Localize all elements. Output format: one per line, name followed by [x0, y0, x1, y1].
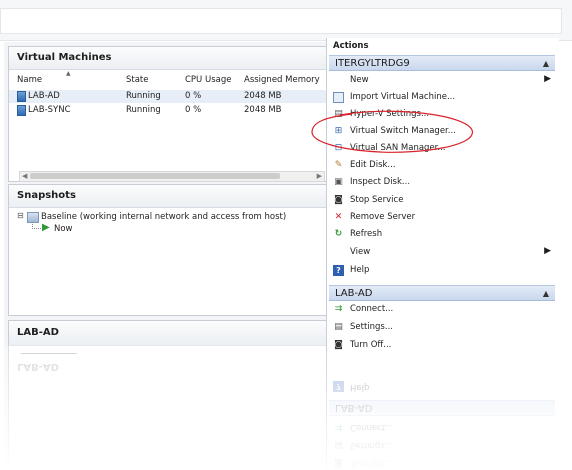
sort-arrow-icon: ▲: [66, 70, 71, 77]
settings-icon: ▤: [334, 322, 343, 332]
horizontal-scrollbar[interactable]: ◀ ▶: [19, 171, 325, 182]
vm-name: LAB-SYNC: [28, 105, 71, 115]
action-label: Connect...: [350, 304, 394, 314]
column-state[interactable]: State: [126, 75, 149, 85]
submenu-arrow-icon: ▶: [544, 246, 551, 256]
reflection-fade: [4, 345, 326, 470]
action-label: Turn Off...: [350, 340, 392, 350]
scroll-right-icon[interactable]: ▶: [317, 172, 322, 180]
collapse-caret-icon[interactable]: ▲: [543, 56, 549, 72]
action-label: Remove Server: [350, 212, 416, 222]
action-help[interactable]: ? Help: [331, 263, 555, 279]
action-edit-disk[interactable]: ✎ Edit Disk...: [331, 158, 555, 174]
inspect-disk-icon: ▣: [334, 177, 343, 187]
snapshot-baseline[interactable]: Baseline (working internal network and a…: [41, 212, 286, 222]
action-view[interactable]: View ▶: [331, 245, 555, 261]
action-connect[interactable]: ⇉ Connect...: [331, 302, 555, 318]
action-label: Inspect Disk...: [350, 177, 411, 187]
connect-icon: ⇉: [334, 304, 343, 314]
help-icon: ?: [333, 265, 344, 276]
action-refresh[interactable]: ↻ Refresh: [331, 227, 555, 243]
annotation-ellipse-path: [311, 110, 473, 153]
vm-name: LAB-AD: [28, 91, 60, 101]
action-settings[interactable]: ▤ Settings...: [331, 320, 555, 336]
action-label: New: [350, 75, 369, 85]
action-stop-service[interactable]: ◙ Stop Service: [331, 193, 555, 209]
edit-disk-icon: ✎: [334, 160, 343, 170]
action-label: Stop Service: [350, 195, 404, 205]
action-new[interactable]: New ▶: [331, 73, 555, 89]
action-label: Refresh: [350, 229, 383, 239]
vm-group-name: LAB-AD: [335, 288, 373, 299]
turn-off-icon: ◙: [334, 340, 343, 350]
scroll-left-icon[interactable]: ◀: [22, 172, 27, 180]
vm-memory: 2048 MB: [244, 91, 282, 101]
snapshot-now[interactable]: Now: [54, 224, 73, 234]
stop-icon: ◙: [334, 195, 343, 205]
vm-state: Running: [126, 91, 161, 101]
vm-memory: 2048 MB: [244, 105, 282, 115]
column-cpu-usage[interactable]: CPU Usage: [185, 75, 231, 85]
action-label: Settings...: [350, 322, 393, 332]
snapshots-panel-title: Snapshots: [9, 185, 327, 208]
action-label: Import Virtual Machine...: [350, 92, 456, 102]
virtual-machines-panel: Virtual Machines Name ▲ State CPU Usage …: [8, 46, 328, 182]
snapshots-panel: Snapshots ⊟ Baseline (working internal n…: [8, 184, 328, 316]
action-inspect-disk[interactable]: ▣ Inspect Disk...: [331, 175, 555, 191]
details-panel-title: LAB-AD: [9, 321, 327, 346]
vm-cpu: 0 %: [185, 91, 202, 101]
actions-reflection-fade: [326, 352, 558, 470]
host-group-header[interactable]: ITERGYLTRDG9 ▲: [329, 55, 555, 71]
play-icon: ▶: [42, 222, 50, 233]
action-remove-server[interactable]: ✕ Remove Server: [331, 210, 555, 226]
table-row[interactable]: LAB-SYNC Running 0 % 2048 MB: [9, 104, 327, 117]
vm-cpu: 0 %: [185, 105, 202, 115]
vm-icon: [17, 91, 26, 102]
toolbar-area: [0, 0, 572, 41]
refresh-icon: ↻: [334, 229, 343, 239]
vm-panel-title: Virtual Machines: [9, 47, 327, 70]
column-assigned-memory[interactable]: Assigned Memory: [244, 75, 320, 85]
action-import-virtual-machine[interactable]: Import Virtual Machine...: [331, 90, 555, 106]
vm-icon: [17, 105, 26, 116]
scrollbar-thumb[interactable]: [30, 173, 280, 179]
collapse-caret-icon[interactable]: ▲: [543, 286, 549, 302]
action-label: Help: [350, 265, 370, 275]
actions-title: Actions: [333, 41, 369, 51]
collapse-icon[interactable]: ⊟: [17, 211, 24, 220]
annotation-ellipse: [311, 110, 473, 153]
vm-state: Running: [126, 105, 161, 115]
toolbar-strip: [0, 8, 562, 34]
submenu-arrow-icon: ▶: [544, 74, 551, 84]
vm-table-header: Name ▲ State CPU Usage Assigned Memory: [9, 70, 327, 87]
action-label: View: [350, 247, 371, 257]
vm-group-header[interactable]: LAB-AD ▲: [329, 285, 555, 301]
import-icon: [333, 92, 344, 103]
remove-icon: ✕: [334, 212, 343, 222]
host-group-name: ITERGYLTRDG9: [335, 58, 410, 69]
table-row[interactable]: LAB-AD Running 0 % 2048 MB: [9, 90, 327, 103]
column-name[interactable]: Name: [17, 75, 42, 85]
action-label: Edit Disk...: [350, 160, 396, 170]
